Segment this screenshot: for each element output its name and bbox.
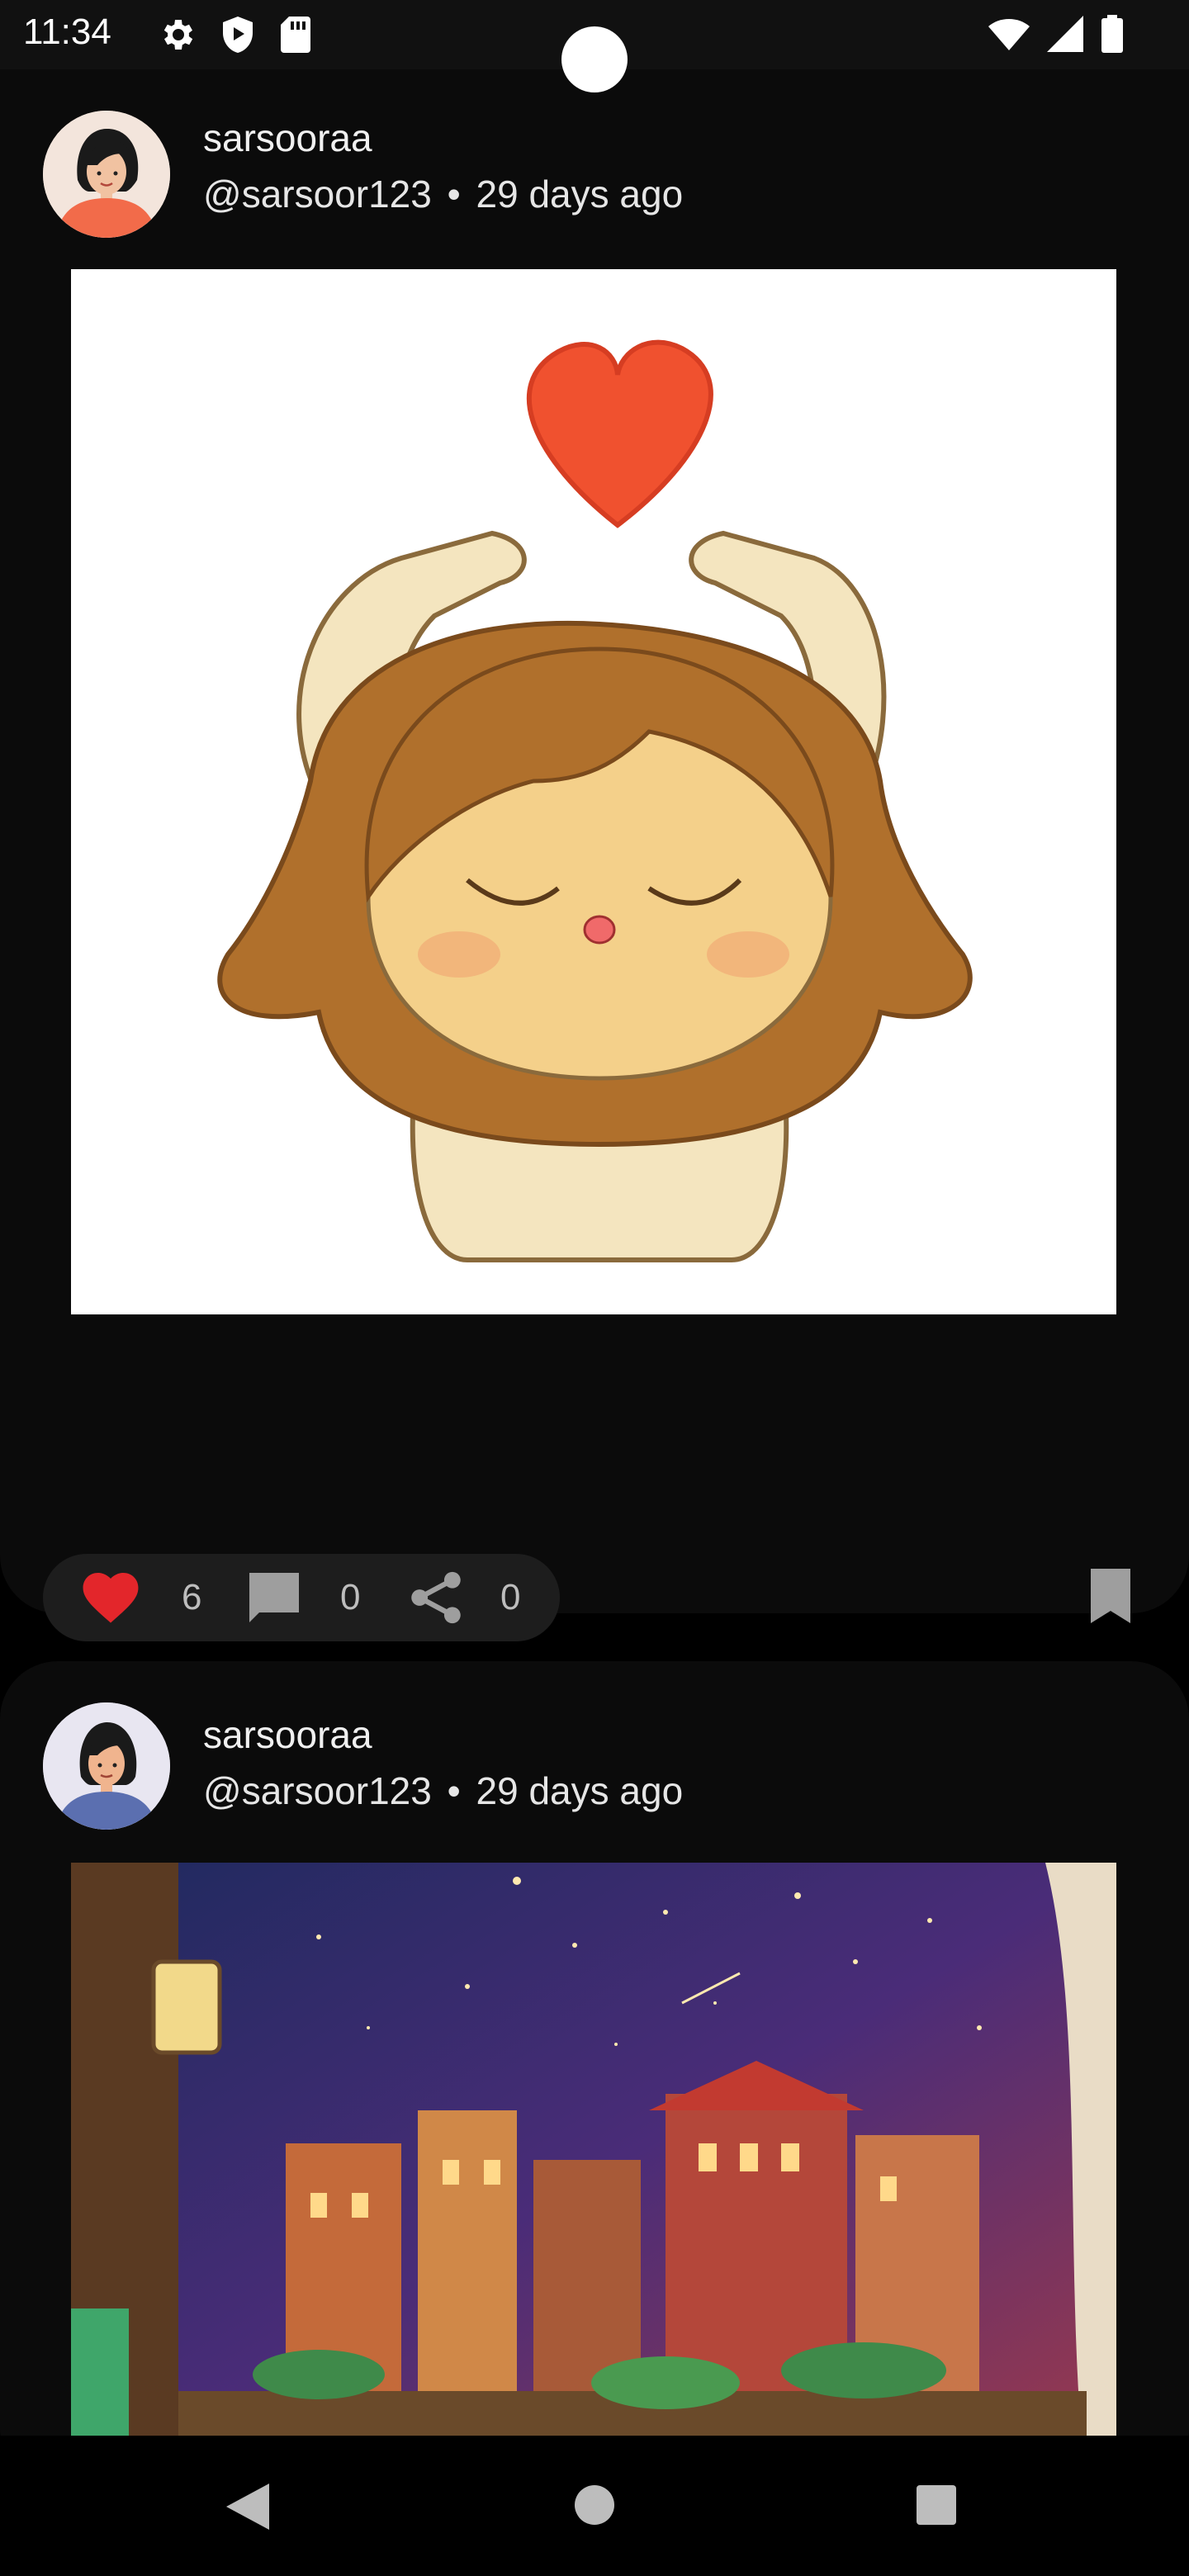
meta-separator: • — [447, 173, 461, 215]
back-icon[interactable] — [223, 2480, 272, 2533]
sd-card-icon — [281, 17, 310, 53]
status-time: 11:34 — [23, 12, 111, 52]
post-actions: 6 0 0 — [43, 1554, 560, 1641]
share-icon — [411, 1571, 461, 1624]
like-count: 6 — [182, 1577, 202, 1617]
comment-icon — [249, 1573, 299, 1622]
post-card: sarsooraa @sarsoor123 • 29 days ago — [0, 1661, 1189, 2436]
post-handle[interactable]: @sarsoor123 — [203, 1769, 432, 1812]
bookmark-button[interactable] — [1088, 1569, 1133, 1627]
post-feed[interactable]: sarsooraa @sarsoor123 • 29 days ago 6 0 … — [0, 69, 1189, 2436]
post-image[interactable] — [71, 1863, 1116, 2436]
navigation-bar — [0, 2436, 1189, 2576]
comment-count: 0 — [340, 1577, 361, 1617]
meta-separator: • — [447, 1769, 461, 1812]
post-author-name[interactable]: sarsooraa — [203, 1712, 372, 1757]
post-image[interactable] — [71, 269, 1116, 1314]
status-icons-right — [988, 15, 1123, 53]
gear-icon — [163, 20, 193, 50]
wifi-icon — [988, 19, 1030, 50]
battery-icon — [1101, 15, 1123, 53]
bookmark-icon — [1091, 1569, 1130, 1623]
share-button[interactable]: 0 — [408, 1554, 520, 1641]
post-author-name[interactable]: sarsooraa — [203, 116, 372, 160]
post-image-illustration — [71, 269, 1116, 1314]
post-time-ago: 29 days ago — [476, 173, 684, 215]
post-meta: @sarsoor123 • 29 days ago — [203, 1769, 683, 1813]
post-time-ago: 29 days ago — [476, 1769, 684, 1812]
avatar-illustration — [43, 111, 170, 238]
post-card: sarsooraa @sarsoor123 • 29 days ago — [0, 69, 1189, 1641]
front-camera — [561, 26, 628, 92]
share-count: 0 — [500, 1577, 521, 1617]
signal-icon — [1047, 16, 1083, 52]
author-avatar[interactable] — [43, 111, 170, 238]
post-handle[interactable]: @sarsoor123 — [203, 173, 432, 215]
status-icons-left — [157, 15, 312, 54]
like-button[interactable]: 6 — [81, 1554, 201, 1641]
heart-icon — [83, 1573, 139, 1623]
status-bar: 11:34 — [0, 0, 1189, 92]
post-meta: @sarsoor123 • 29 days ago — [203, 172, 683, 216]
play-protect-icon — [223, 17, 253, 53]
home-icon[interactable] — [573, 2484, 616, 2526]
avatar-illustration — [43, 1702, 170, 1830]
author-avatar[interactable] — [43, 1702, 170, 1830]
comment-button[interactable]: 0 — [244, 1554, 360, 1641]
post-image-illustration — [71, 1863, 1116, 2436]
recents-icon[interactable] — [915, 2484, 958, 2526]
